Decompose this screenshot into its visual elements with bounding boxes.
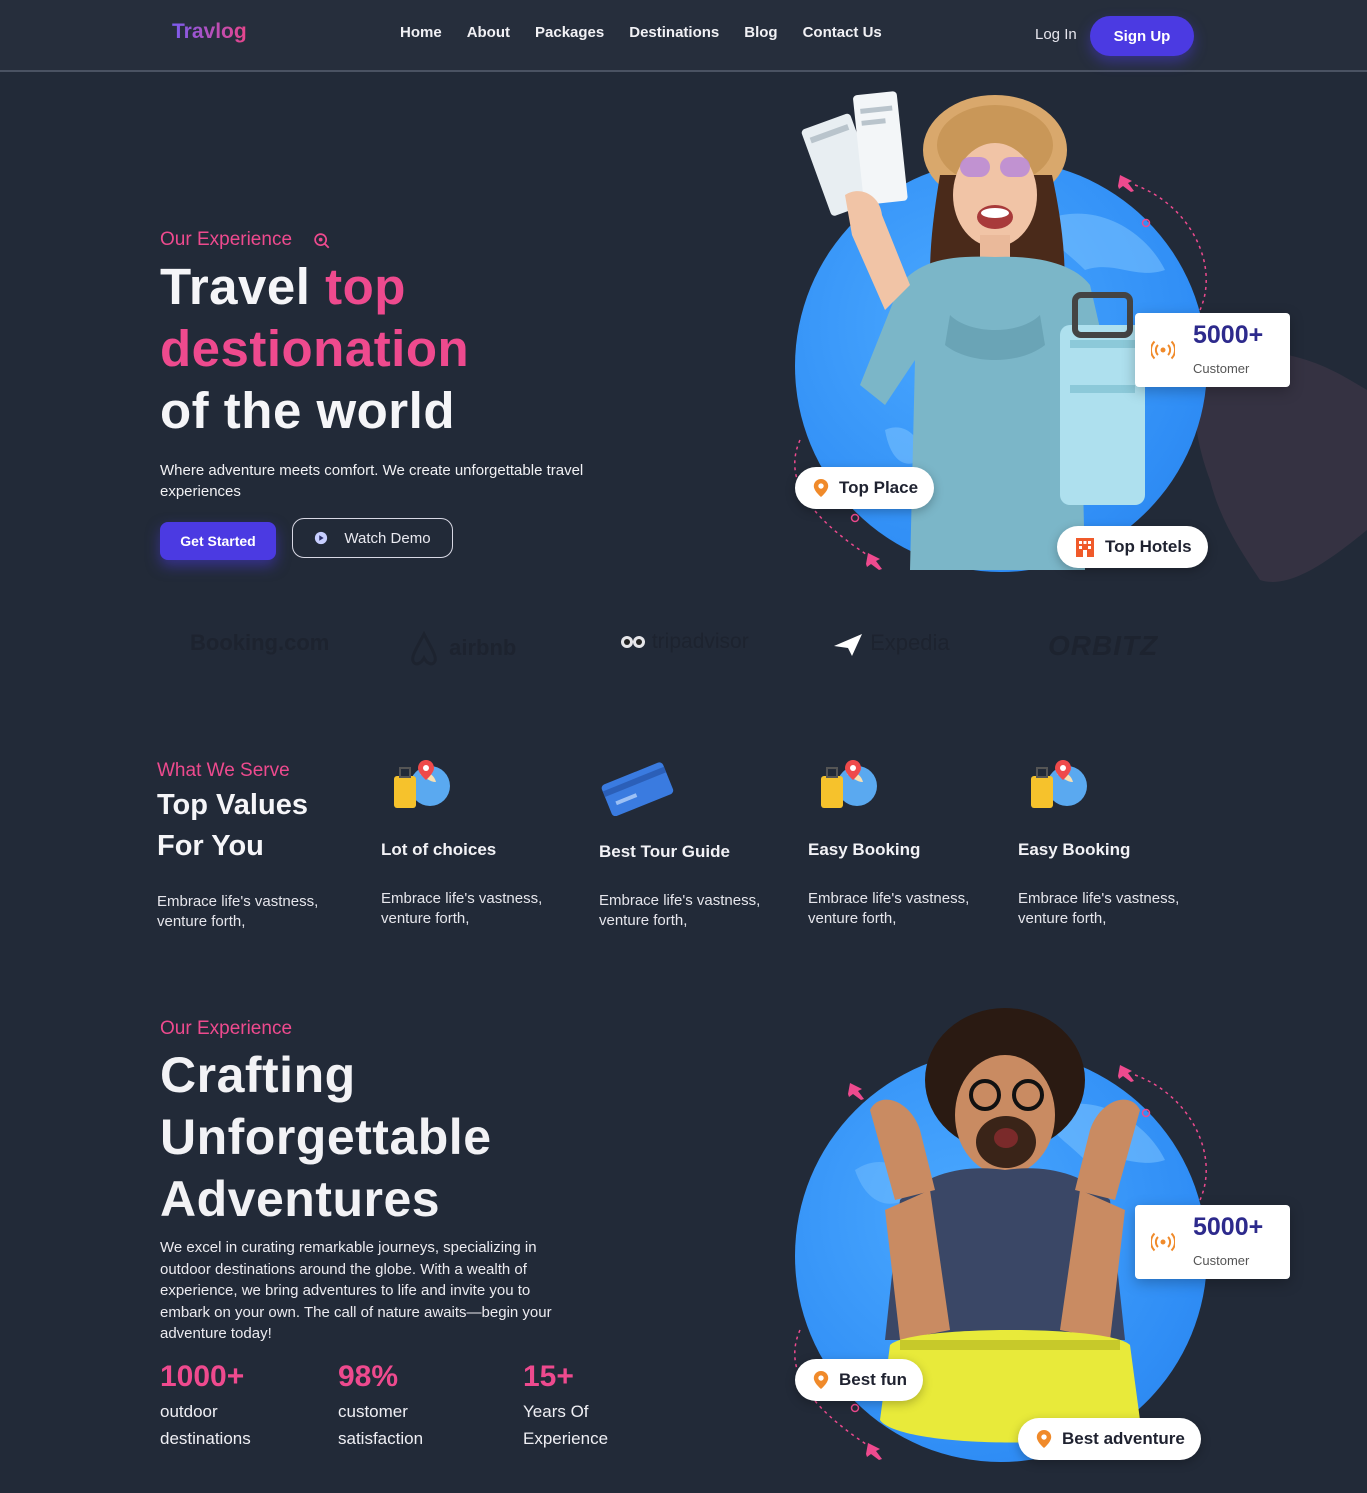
luggage-globe-icon [821, 760, 877, 808]
metric-value-satisfaction: 98% [338, 1360, 399, 1393]
hero-title-part2: top [325, 258, 406, 315]
hero-title-part3: destionation [160, 320, 470, 377]
experience-description: We excel in curating remarkable journeys… [160, 1239, 552, 1342]
signup-button[interactable]: Sign Up [1090, 16, 1194, 56]
search-location-icon [314, 233, 330, 249]
watch-demo-label: Watch Demo [344, 529, 431, 547]
top-place-badge: Top Place [795, 467, 935, 509]
feature-title-easy-booking-2: Easy Booking [1018, 840, 1131, 859]
top-hotels-label: Top Hotels [1105, 537, 1192, 556]
hero-title-part1: Travel [160, 258, 326, 315]
metric-value-destinations: 1000+ [160, 1360, 245, 1393]
plane-icon [834, 634, 862, 657]
nav-link-blog[interactable]: Blog [744, 24, 777, 41]
nav-link-destinations[interactable]: Destinations [629, 24, 719, 41]
hero-description: Where adventure meets comfort. We create… [160, 462, 584, 500]
best-adventure-badge: Best adventure [1018, 1418, 1201, 1460]
best-fun-badge: Best fun [795, 1359, 923, 1401]
watch-demo-button[interactable]: Watch Demo [292, 518, 453, 558]
experience-stat-value: 5000+ [1193, 1213, 1264, 1241]
experience-eyebrow: Our Experience [160, 1018, 293, 1039]
serve-description: Embrace life's vastness, venture forth, [157, 893, 319, 930]
partner-logo-orbitz: ORBITZ [1048, 630, 1159, 661]
experience-customer-stat-card: 5000+ Customer [1135, 1205, 1290, 1279]
location-pin-icon [1036, 1430, 1052, 1448]
best-adventure-label: Best adventure [1062, 1429, 1185, 1448]
hotel-icon [1076, 538, 1094, 557]
partner-label-airbnb: airbnb [449, 634, 517, 660]
hero-title-part4: of the world [160, 382, 455, 439]
feature-description-easy-booking-1: Embrace life's vastness, venture forth, [808, 890, 970, 927]
customer-stat-card: 5000+ Customer [1135, 313, 1290, 387]
partner-label-tripadvisor: tripadvisor [651, 630, 749, 653]
hero-title: Travel top destionation of the world [160, 256, 680, 442]
customer-stat-label: Customer [1193, 361, 1250, 376]
luggage-globe-icon [394, 760, 450, 808]
top-hotels-badge: Top Hotels [1057, 526, 1208, 568]
play-icon [315, 531, 328, 545]
experience-stat-label: Customer [1193, 1253, 1250, 1268]
top-navigation: Travlog Home About Packages Destinations… [0, 0, 1367, 72]
broadcast-icon [1151, 1232, 1175, 1252]
hero-eyebrow: Our Experience [160, 229, 293, 250]
metric-value-years: 15+ [523, 1360, 574, 1393]
nav-link-contact[interactable]: Contact Us [803, 24, 882, 41]
partner-logo-airbnb: airbnb [405, 630, 516, 668]
nav-link-about[interactable]: About [467, 24, 510, 41]
metric-label-satisfaction: customer satisfaction [338, 1402, 424, 1448]
owl-eyes-icon [621, 636, 645, 649]
location-pin-icon [813, 1371, 829, 1389]
logo[interactable]: Travlog [172, 20, 247, 44]
nav-link-home[interactable]: Home [400, 24, 442, 41]
login-link[interactable]: Log In [1035, 26, 1077, 43]
top-place-label: Top Place [839, 478, 919, 497]
feature-title-tour-guide: Best Tour Guide [599, 842, 730, 861]
get-started-button[interactable]: Get Started [160, 522, 276, 560]
feature-description-choices: Embrace life's vastness, venture forth, [381, 890, 543, 927]
best-fun-label: Best fun [839, 1370, 907, 1389]
feature-title-choices: Lot of choices [381, 840, 497, 859]
feature-title-easy-booking-1: Easy Booking [808, 840, 921, 859]
serve-eyebrow: What We Serve [157, 760, 290, 781]
partner-logo-booking: Booking.com [190, 630, 330, 655]
nav-link-packages[interactable]: Packages [535, 24, 604, 41]
luggage-globe-icon [1031, 760, 1087, 808]
location-pin-icon [813, 479, 829, 497]
broadcast-icon [1151, 340, 1175, 360]
credit-card-icon [601, 762, 674, 816]
feature-description-tour-guide: Embrace life's vastness, venture forth, [599, 892, 761, 929]
experience-title: Crafting Unforgettable Adventures [160, 1047, 492, 1227]
serve-title: Top Values For You [157, 789, 308, 862]
partner-logo-expedia: Expedia [832, 630, 950, 658]
feature-description-easy-booking-2: Embrace life's vastness, venture forth, [1018, 890, 1180, 927]
partner-logo-tripadvisor: tripadvisor [620, 630, 749, 654]
metric-label-destinations: outdoor destinations [160, 1402, 251, 1448]
main-menu: Home About Packages Destinations Blog Co… [400, 24, 907, 41]
customer-stat-value: 5000+ [1193, 321, 1264, 349]
metric-label-years: Years Of Experience [523, 1402, 609, 1448]
airbnb-icon [411, 630, 437, 666]
partner-label-expedia: Expedia [870, 630, 950, 655]
